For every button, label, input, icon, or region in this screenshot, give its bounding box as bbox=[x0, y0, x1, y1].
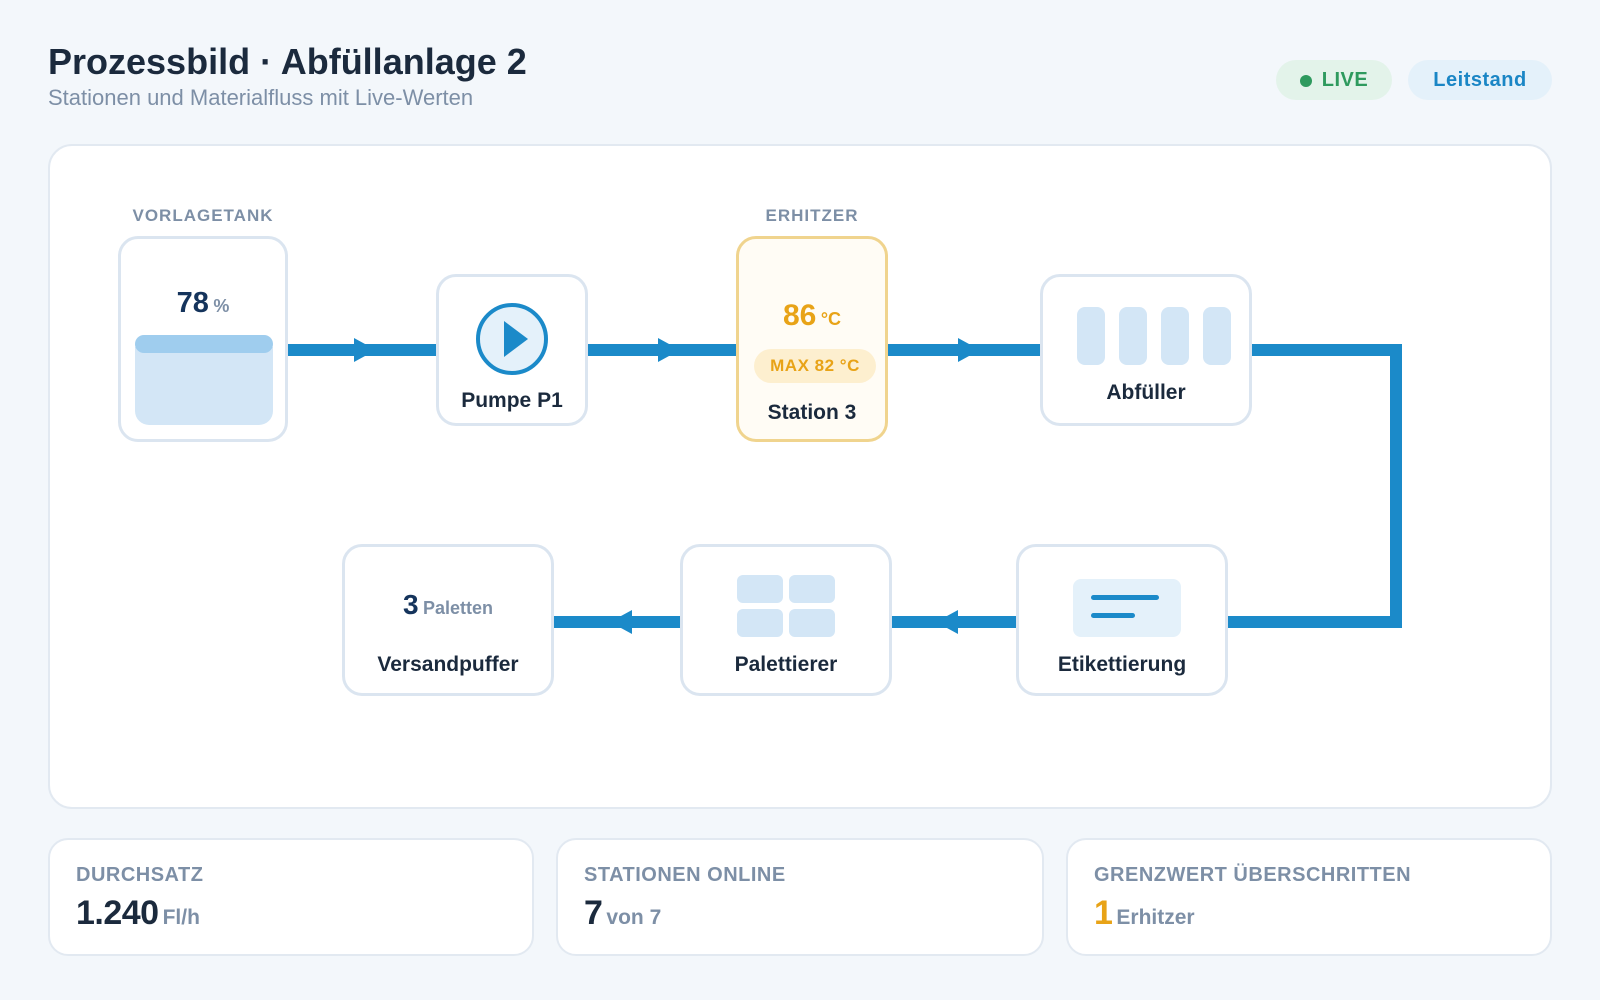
buffer-count-value: 3 bbox=[402, 589, 419, 620]
pallet-tile bbox=[737, 609, 783, 637]
bottle-icon bbox=[1203, 307, 1231, 365]
kpi-number: 1.240 bbox=[76, 894, 159, 932]
pipe-return-vertical bbox=[1390, 344, 1402, 628]
pump-name: Pumpe P1 bbox=[461, 389, 563, 412]
live-badge: LIVE bbox=[1276, 60, 1392, 100]
kpi-label: DURCHSATZ bbox=[76, 864, 204, 886]
tank-level-unit: % bbox=[213, 296, 230, 316]
heater-name: Station 3 bbox=[767, 401, 857, 424]
live-dot-icon bbox=[1299, 75, 1312, 87]
pipe-filler-return bbox=[1250, 344, 1402, 356]
label-line bbox=[1091, 613, 1135, 618]
heater-limit-badge: MAX 82 °C bbox=[754, 349, 876, 383]
pallet-tile bbox=[737, 575, 783, 603]
buffer-name: Versandpuffer bbox=[377, 653, 519, 676]
live-label: LIVE bbox=[1321, 68, 1369, 91]
buffer-count-unit: Paletten bbox=[423, 598, 494, 618]
kpi-unit: Fl/h bbox=[162, 906, 200, 929]
leitstand-label: Leitstand bbox=[1433, 68, 1527, 91]
tank-level-readout: 78 % bbox=[121, 287, 285, 320]
station-filler[interactable]: Abfüller bbox=[1040, 274, 1252, 426]
leitstand-button[interactable]: Leitstand bbox=[1408, 60, 1552, 100]
kpi-card-limit-exceeded: GRENZWERT ÜBERSCHRITTEN 1 Erhitzer bbox=[1066, 838, 1552, 956]
heater-caption: ERHITZER bbox=[765, 206, 859, 225]
kpi-number: 7 bbox=[584, 894, 603, 932]
palletizer-name: Palettierer bbox=[734, 653, 838, 676]
station-buffer[interactable]: 3 Paletten Versandpuffer bbox=[342, 544, 554, 696]
flow-arrow-left-icon bbox=[610, 610, 632, 634]
station-labeler[interactable]: Etikettierung bbox=[1016, 544, 1228, 696]
page-header: Prozessbild · Abfüllanlage 2 Stationen u… bbox=[48, 40, 527, 112]
tank-caption: VORLAGETANK bbox=[132, 206, 274, 225]
station-tank[interactable]: 78 % bbox=[118, 236, 288, 442]
kpi-unit: von 7 bbox=[606, 906, 662, 929]
page-subtitle: Stationen und Materialfluss mit Live-Wer… bbox=[48, 85, 474, 110]
flow-arrow-icon bbox=[658, 338, 680, 362]
process-diagram-panel: VORLAGETANK 78 % Pumpe P1 ERHITZER 86 °C… bbox=[48, 144, 1552, 809]
bottle-icon bbox=[1119, 307, 1147, 365]
bottle-icon bbox=[1161, 307, 1189, 365]
label-line bbox=[1091, 595, 1159, 600]
flow-arrow-icon bbox=[958, 338, 980, 362]
kpi-number: 1 bbox=[1094, 894, 1113, 932]
filler-name: Abfüller bbox=[1106, 381, 1186, 404]
flow-arrow-icon bbox=[354, 338, 376, 362]
buffer-count-readout: 3 Paletten bbox=[345, 589, 551, 621]
pallet-tile bbox=[789, 609, 835, 637]
kpi-card-stations-online: STATIONEN ONLINE 7 von 7 bbox=[556, 838, 1044, 956]
kpi-card-throughput: DURCHSATZ 1.240 Fl/h bbox=[48, 838, 534, 956]
kpi-label: STATIONEN ONLINE bbox=[584, 864, 786, 886]
bottle-icon bbox=[1077, 307, 1105, 365]
tank-level-value: 78 bbox=[176, 287, 209, 319]
labeler-name: Etikettierung bbox=[1057, 653, 1187, 676]
flow-arrow-left-icon bbox=[936, 610, 958, 634]
heater-temperature-unit: °C bbox=[820, 309, 842, 329]
pipe-return-labeler bbox=[1228, 616, 1402, 628]
heater-temperature-readout: 86 °C bbox=[739, 299, 885, 333]
tank-liquid-surface bbox=[135, 335, 273, 353]
kpi-value: 1.240 Fl/h bbox=[76, 894, 200, 933]
label-icon bbox=[1073, 579, 1181, 637]
heater-temperature-value: 86 bbox=[782, 299, 817, 332]
kpi-value: 1 Erhitzer bbox=[1094, 894, 1195, 933]
play-icon bbox=[476, 303, 548, 375]
kpi-label: GRENZWERT ÜBERSCHRITTEN bbox=[1094, 864, 1412, 886]
tank-icon bbox=[135, 347, 273, 425]
page-title: Prozessbild · Abfüllanlage 2 bbox=[48, 41, 527, 82]
kpi-value: 7 von 7 bbox=[584, 894, 661, 933]
station-palletizer[interactable]: Palettierer bbox=[680, 544, 892, 696]
pallet-tile bbox=[789, 575, 835, 603]
station-pump[interactable]: Pumpe P1 bbox=[436, 274, 588, 426]
kpi-unit: Erhitzer bbox=[1116, 906, 1195, 929]
station-heater[interactable]: 86 °C MAX 82 °C Station 3 bbox=[736, 236, 888, 442]
